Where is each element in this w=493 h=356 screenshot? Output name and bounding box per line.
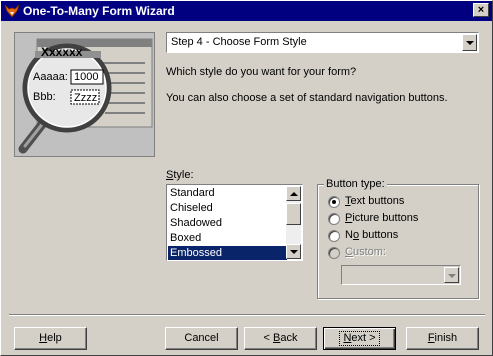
preview-field1-label: Aaaaa: <box>33 71 68 83</box>
close-icon: × <box>477 4 485 16</box>
cancel-button[interactable]: Cancel <box>165 327 238 350</box>
back-button[interactable]: < Back <box>244 327 317 350</box>
style-item-shadowed[interactable]: Shadowed <box>168 216 287 231</box>
step-dropdown-button[interactable] <box>462 34 477 51</box>
window-title: One-To-Many Form Wizard <box>23 4 175 18</box>
radio-text-buttons-label: Text buttons <box>345 195 405 207</box>
help-button[interactable]: Help <box>14 327 87 350</box>
close-button[interactable]: × <box>473 3 489 17</box>
instruction-line-1: Which style do you want for your form? <box>166 66 357 78</box>
finish-button[interactable]: Finish <box>406 327 479 350</box>
scroll-down-button[interactable] <box>286 244 301 259</box>
chevron-down-icon <box>466 41 474 45</box>
style-item-chiseled[interactable]: Chiseled <box>168 201 287 216</box>
scroll-up-button[interactable] <box>286 186 301 201</box>
radio-unchecked-icon <box>328 230 340 242</box>
scroll-thumb[interactable] <box>286 203 301 225</box>
style-item-embossed[interactable]: Embossed <box>168 246 287 260</box>
style-list-label: Style: <box>166 169 194 181</box>
radio-checked-icon <box>328 196 340 208</box>
fox-app-icon <box>4 4 20 18</box>
preview-heading: Xxxxxx <box>41 45 83 59</box>
style-item-boxed[interactable]: Boxed <box>168 231 287 246</box>
chevron-down-icon <box>448 274 456 278</box>
radio-no-buttons-label: No buttons <box>345 229 399 241</box>
radio-disabled-icon <box>328 247 340 259</box>
preview-field2-label: Bbb: <box>33 91 56 103</box>
style-list-scrollbar[interactable] <box>286 186 301 259</box>
instruction-line-2: You can also choose a set of standard na… <box>166 92 448 104</box>
arrow-down-icon <box>290 250 298 254</box>
wizard-window: One-To-Many Form Wizard × Xxxxxx Aaaaa: … <box>0 0 493 356</box>
next-button[interactable]: Next > <box>323 327 396 350</box>
title-bar: One-To-Many Form Wizard × <box>1 1 492 21</box>
arrow-up-icon <box>290 192 298 196</box>
custom-dropdown-button <box>444 267 459 283</box>
custom-buttons-dropdown <box>341 265 461 285</box>
footer-separator <box>9 314 485 316</box>
step-dropdown[interactable]: Step 4 - Choose Form Style <box>166 32 479 53</box>
style-preview-image: Xxxxxx Aaaaa: 1000 Bbb: Zzzz <box>14 32 155 157</box>
style-listbox[interactable]: Standard Chiseled Shadowed Boxed Embosse… <box>166 184 303 261</box>
style-item-standard[interactable]: Standard <box>168 186 287 201</box>
button-type-label: Button type: <box>324 178 387 190</box>
preview-field1-value: 1000 <box>74 71 99 83</box>
preview-field2-value: Zzzz <box>74 92 98 104</box>
step-dropdown-value: Step 4 - Choose Form Style <box>171 36 307 48</box>
radio-custom-label: Custom: <box>345 246 386 258</box>
radio-picture-buttons-label: Picture buttons <box>345 212 419 224</box>
radio-unchecked-icon <box>328 213 340 225</box>
